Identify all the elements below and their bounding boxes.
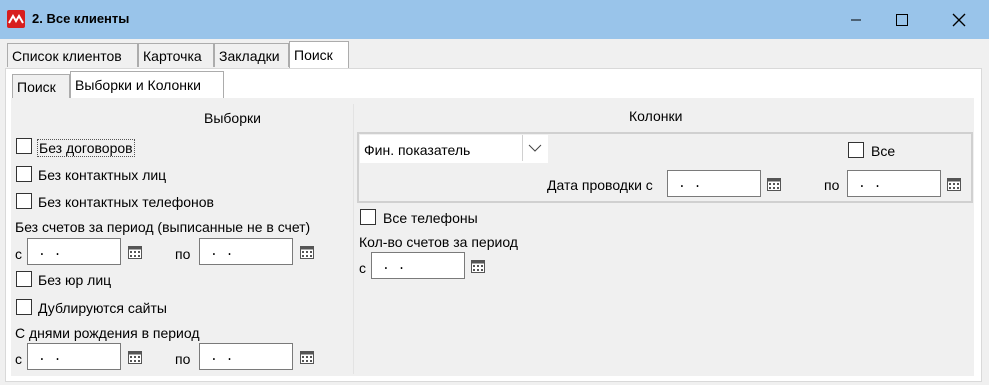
- duplicate-sites-label: Дублируются сайты: [38, 300, 167, 316]
- subtab-search[interactable]: Поиск: [12, 74, 70, 98]
- tab-label: Выборки и Колонки: [75, 77, 201, 93]
- to-label: по: [824, 177, 840, 193]
- no-invoices-from-date[interactable]: . .: [27, 238, 121, 265]
- calendar-icon[interactable]: [300, 350, 314, 364]
- app-logo-icon: [7, 10, 25, 28]
- invoices-count-label: Кол-во счетов за период: [359, 234, 518, 250]
- posting-from-date[interactable]: . .: [667, 170, 761, 197]
- invoices-count-from-date[interactable]: . .: [371, 252, 465, 279]
- tab-label: Список клиентов: [12, 47, 122, 64]
- columns-heading: Колонки: [629, 108, 683, 124]
- birthdays-to-date[interactable]: . .: [199, 343, 293, 370]
- calendar-icon[interactable]: [300, 245, 314, 259]
- duplicate-sites-checkbox[interactable]: [16, 299, 32, 315]
- calendar-icon[interactable]: [947, 177, 961, 191]
- tab-search[interactable]: Поиск: [289, 41, 349, 68]
- fin-indicator-value: Фин. показатель: [364, 142, 471, 158]
- no-invoices-to-date[interactable]: . .: [199, 238, 293, 265]
- all-columns-checkbox[interactable]: [848, 142, 864, 158]
- calendar-icon[interactable]: [128, 245, 142, 259]
- chevron-down-icon[interactable]: [522, 135, 547, 161]
- no-invoices-label: Без счетов за период (выписанные не в сч…: [15, 219, 311, 235]
- no-legal-entities-checkbox[interactable]: [16, 271, 32, 287]
- tab-card[interactable]: Карточка: [138, 43, 214, 67]
- to-label: по: [175, 246, 191, 262]
- maximize-button[interactable]: [879, 0, 925, 39]
- birthdays-from-date[interactable]: . .: [27, 343, 121, 370]
- calendar-icon[interactable]: [128, 350, 142, 364]
- section-divider: [353, 104, 354, 374]
- tab-label: Карточка: [143, 47, 202, 64]
- tab-label: Закладки: [219, 47, 280, 64]
- minimize-button[interactable]: [833, 0, 879, 39]
- title-bar: 2. Все клиенты: [0, 0, 989, 39]
- tab-label: Поиск: [294, 47, 333, 63]
- from-label: с: [15, 246, 22, 262]
- from-label: с: [359, 260, 366, 276]
- birthdays-label: С днями рождения в период: [15, 325, 200, 341]
- no-contacts-label: Без контактных лиц: [38, 167, 167, 183]
- calendar-icon[interactable]: [471, 259, 485, 273]
- window-title: 2. Все клиенты: [32, 11, 130, 26]
- to-label: по: [175, 351, 191, 367]
- posting-to-date[interactable]: . .: [847, 170, 941, 197]
- no-contacts-checkbox[interactable]: [16, 166, 32, 182]
- all-columns-label: Все: [871, 143, 896, 159]
- calendar-icon[interactable]: [767, 177, 781, 191]
- no-contracts-label: Без договоров: [37, 139, 135, 157]
- from-label: с: [15, 351, 22, 367]
- posting-date-label: Дата проводки с: [547, 177, 653, 193]
- tab-clients-list[interactable]: Список клиентов: [7, 43, 138, 67]
- no-legal-entities-label: Без юр лиц: [38, 272, 112, 288]
- no-contact-phones-label: Без контактных телефонов: [38, 194, 214, 210]
- close-button[interactable]: [936, 0, 982, 39]
- no-contracts-checkbox[interactable]: [16, 138, 32, 154]
- no-contact-phones-checkbox[interactable]: [16, 193, 32, 209]
- tab-bookmarks[interactable]: Закладки: [214, 43, 289, 67]
- all-phones-checkbox[interactable]: [360, 209, 376, 225]
- selections-heading: Выборки: [204, 110, 261, 126]
- all-phones-label: Все телефоны: [383, 210, 478, 226]
- subtab-selections-columns[interactable]: Выборки и Колонки: [70, 71, 224, 98]
- tab-label: Поиск: [17, 78, 56, 95]
